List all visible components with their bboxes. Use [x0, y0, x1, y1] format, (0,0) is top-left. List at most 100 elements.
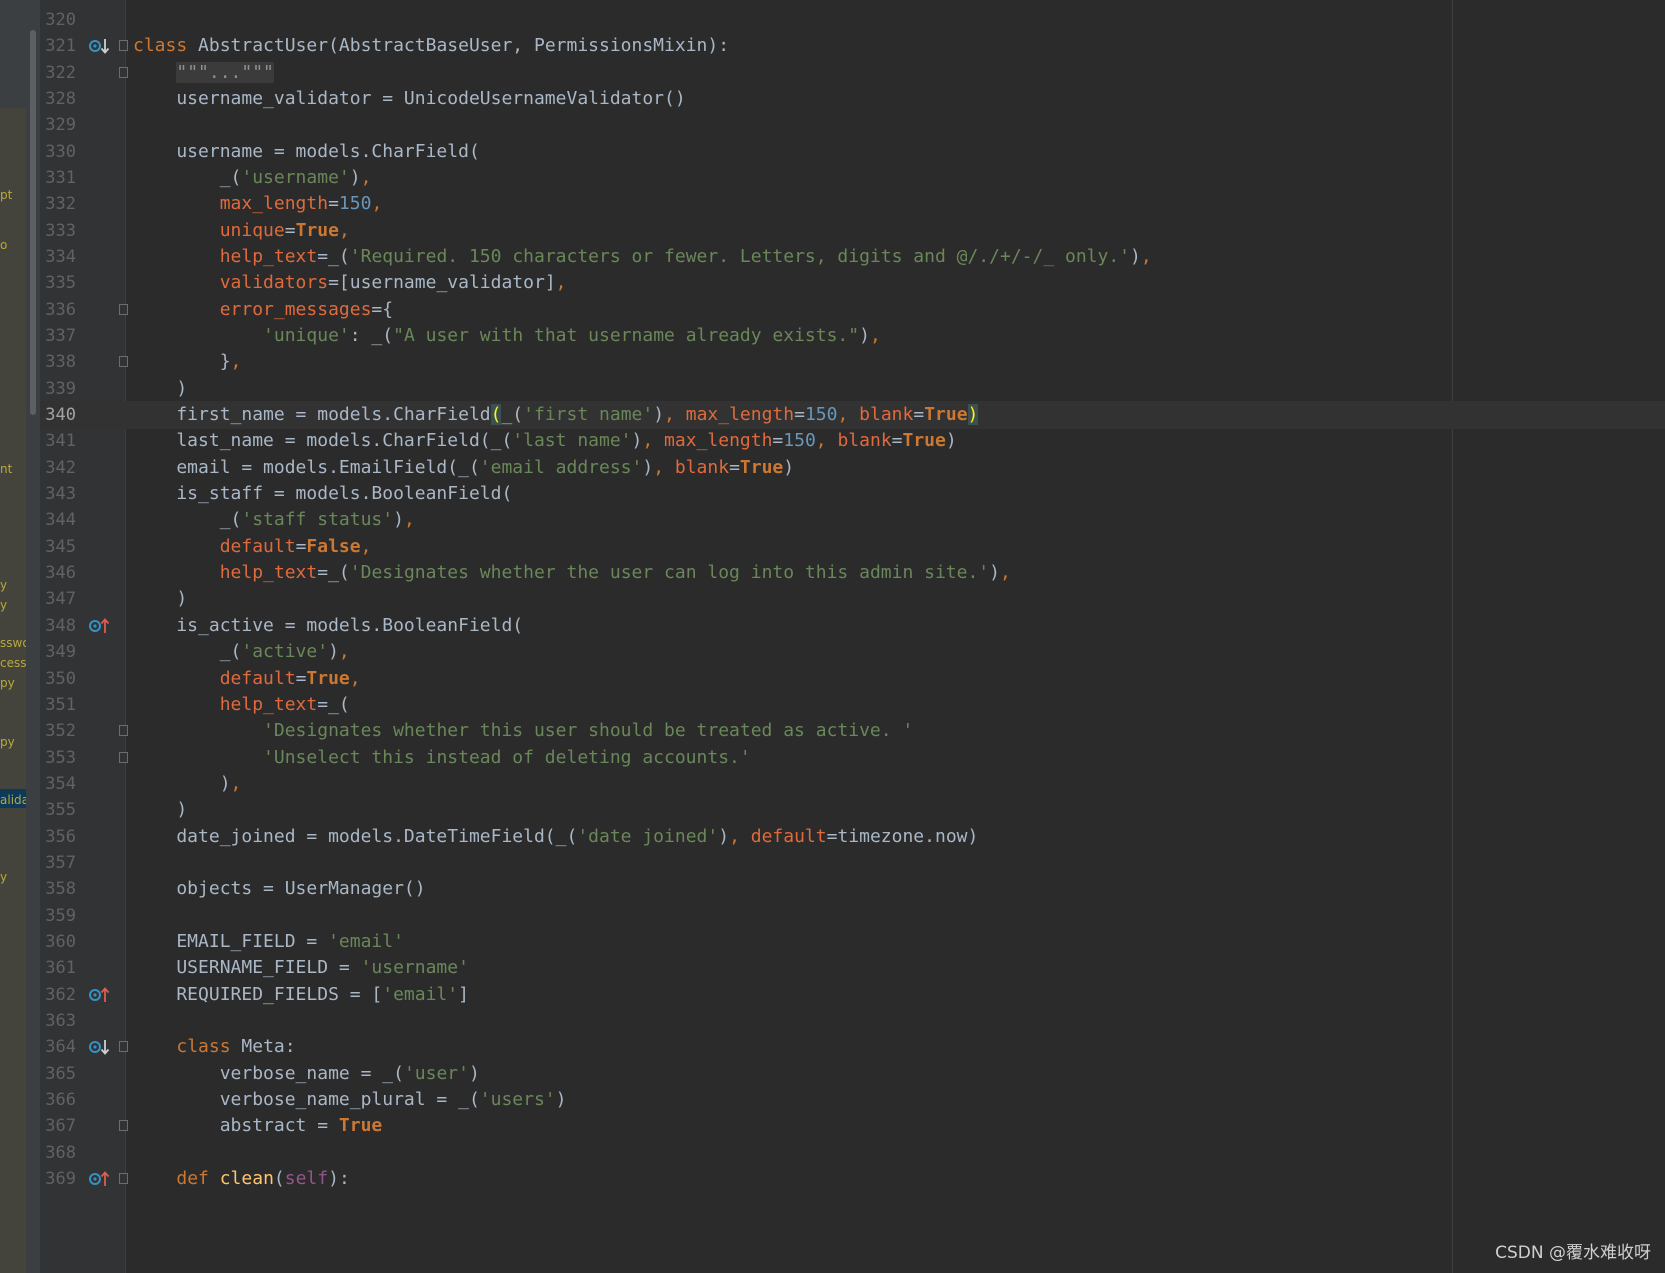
- line-number[interactable]: 365: [40, 1060, 76, 1088]
- code-text[interactable]: is_staff = models.BooleanField(: [133, 480, 512, 508]
- code-line[interactable]: 358 objects = UserManager(): [40, 875, 1665, 903]
- line-number[interactable]: 369: [40, 1165, 76, 1193]
- line-number[interactable]: 354: [40, 770, 76, 798]
- implemented-down-icon[interactable]: [88, 1038, 110, 1056]
- code-line[interactable]: 355 ): [40, 796, 1665, 824]
- line-number[interactable]: 359: [40, 902, 76, 930]
- line-number[interactable]: 320: [40, 6, 76, 34]
- line-number[interactable]: 357: [40, 849, 76, 877]
- code-line[interactable]: 332 max_length=150,: [40, 190, 1665, 218]
- line-number[interactable]: 332: [40, 190, 76, 218]
- code-line[interactable]: 350 default=True,: [40, 665, 1665, 693]
- line-number[interactable]: 343: [40, 480, 76, 508]
- code-line[interactable]: 368: [40, 1139, 1665, 1167]
- code-line[interactable]: 364 class Meta:: [40, 1033, 1665, 1061]
- code-text[interactable]: is_active = models.BooleanField(: [133, 612, 523, 640]
- code-text[interactable]: verbose_name = _('user'): [133, 1060, 480, 1088]
- code-text[interactable]: max_length=150,: [133, 190, 383, 218]
- line-number[interactable]: 329: [40, 111, 76, 139]
- code-line[interactable]: 365 verbose_name = _('user'): [40, 1060, 1665, 1088]
- line-number[interactable]: 336: [40, 296, 76, 324]
- code-editor[interactable]: 320 321 class AbstractUser(AbstractBaseUse…: [0, 0, 1665, 1273]
- code-line[interactable]: 330 username = models.CharField(: [40, 138, 1665, 166]
- fold-marker-icon[interactable]: [119, 751, 128, 763]
- code-text[interactable]: _('username'),: [133, 164, 372, 192]
- fold-marker-icon[interactable]: [119, 1120, 128, 1132]
- line-number[interactable]: 349: [40, 638, 76, 666]
- code-text[interactable]: abstract = True: [133, 1112, 383, 1140]
- line-number[interactable]: 322: [40, 59, 76, 87]
- code-line[interactable]: 356 date_joined = models.DateTimeField(_…: [40, 823, 1665, 851]
- line-number[interactable]: 341: [40, 427, 76, 455]
- code-line[interactable]: 322 """...""": [40, 59, 1665, 87]
- fold-marker-icon[interactable]: [119, 40, 128, 52]
- line-number[interactable]: 350: [40, 665, 76, 693]
- overrides-method-up-icon[interactable]: [88, 1170, 110, 1188]
- code-line[interactable]: 336 error_messages={: [40, 296, 1665, 324]
- line-number[interactable]: 340: [40, 401, 76, 429]
- line-number[interactable]: 358: [40, 875, 76, 903]
- line-number[interactable]: 337: [40, 322, 76, 350]
- code-line[interactable]: 334 help_text=_('Required. 150 character…: [40, 243, 1665, 271]
- fold-marker-icon[interactable]: [119, 66, 128, 78]
- code-line[interactable]: 349 _('active'),: [40, 638, 1665, 666]
- code-text[interactable]: _('staff status'),: [133, 506, 415, 534]
- code-line[interactable]: 341 last_name = models.CharField(_('last…: [40, 427, 1665, 455]
- code-line[interactable]: 361 USERNAME_FIELD = 'username': [40, 954, 1665, 982]
- code-line[interactable]: 357: [40, 849, 1665, 877]
- fold-marker-icon[interactable]: [119, 725, 128, 737]
- code-line[interactable]: 343 is_staff = models.BooleanField(: [40, 480, 1665, 508]
- line-number[interactable]: 330: [40, 138, 76, 166]
- code-line[interactable]: 342 email = models.EmailField(_('email a…: [40, 454, 1665, 482]
- code-line[interactable]: 359: [40, 902, 1665, 930]
- code-line[interactable]: 335 validators=[username_validator],: [40, 269, 1665, 297]
- line-number[interactable]: 347: [40, 585, 76, 613]
- code-text[interactable]: ): [133, 796, 187, 824]
- code-line[interactable]: 337 'unique': _("A user with that userna…: [40, 322, 1665, 350]
- line-number[interactable]: 363: [40, 1007, 76, 1035]
- code-text[interactable]: help_text=_('Designates whether the user…: [133, 559, 1011, 587]
- code-line[interactable]: 362 REQUIRED_FIELDS = ['email']: [40, 981, 1665, 1009]
- code-text[interactable]: 'Unselect this instead of deleting accou…: [133, 744, 751, 772]
- line-number[interactable]: 366: [40, 1086, 76, 1114]
- code-line[interactable]: 339 ): [40, 375, 1665, 403]
- code-text[interactable]: default=True,: [133, 665, 361, 693]
- line-number[interactable]: 333: [40, 217, 76, 245]
- line-number[interactable]: 362: [40, 981, 76, 1009]
- line-number[interactable]: 339: [40, 375, 76, 403]
- line-number[interactable]: 342: [40, 454, 76, 482]
- code-line[interactable]: 338 },: [40, 348, 1665, 376]
- code-line[interactable]: 354 ),: [40, 770, 1665, 798]
- line-number[interactable]: 328: [40, 85, 76, 113]
- code-text[interactable]: """...""": [133, 59, 274, 87]
- code-line[interactable]: 345 default=False,: [40, 533, 1665, 561]
- code-line[interactable]: 353 'Unselect this instead of deleting a…: [40, 744, 1665, 772]
- code-line[interactable]: 333 unique=True,: [40, 217, 1665, 245]
- line-number[interactable]: 338: [40, 348, 76, 376]
- code-text[interactable]: REQUIRED_FIELDS = ['email']: [133, 981, 469, 1009]
- code-text[interactable]: email = models.EmailField(_('email addre…: [133, 454, 794, 482]
- line-number[interactable]: 356: [40, 823, 76, 851]
- code-line[interactable]: 347 ): [40, 585, 1665, 613]
- code-line[interactable]: 328 username_validator = UnicodeUsername…: [40, 85, 1665, 113]
- line-number[interactable]: 348: [40, 612, 76, 640]
- line-number[interactable]: 360: [40, 928, 76, 956]
- line-number[interactable]: 335: [40, 269, 76, 297]
- code-line[interactable]: 352 'Designates whether this user should…: [40, 717, 1665, 745]
- code-text[interactable]: def clean(self):: [133, 1165, 349, 1193]
- code-line[interactable]: 366 verbose_name_plural = _('users'): [40, 1086, 1665, 1114]
- fold-marker-icon[interactable]: [119, 303, 128, 315]
- code-line[interactable]: 369 def clean(self):: [40, 1165, 1665, 1193]
- code-text[interactable]: 'unique': _("A user with that username a…: [133, 322, 881, 350]
- line-number[interactable]: 355: [40, 796, 76, 824]
- code-text[interactable]: ): [133, 375, 187, 403]
- code-line[interactable]: 344 _('staff status'),: [40, 506, 1665, 534]
- code-text[interactable]: help_text=_('Required. 150 characters or…: [133, 243, 1152, 271]
- line-number[interactable]: 345: [40, 533, 76, 561]
- line-number[interactable]: 351: [40, 691, 76, 719]
- line-number[interactable]: 367: [40, 1112, 76, 1140]
- code-line[interactable]: 367 abstract = True: [40, 1112, 1665, 1140]
- line-number[interactable]: 361: [40, 954, 76, 982]
- code-text[interactable]: last_name = models.CharField(_('last nam…: [133, 427, 956, 455]
- line-number[interactable]: 364: [40, 1033, 76, 1061]
